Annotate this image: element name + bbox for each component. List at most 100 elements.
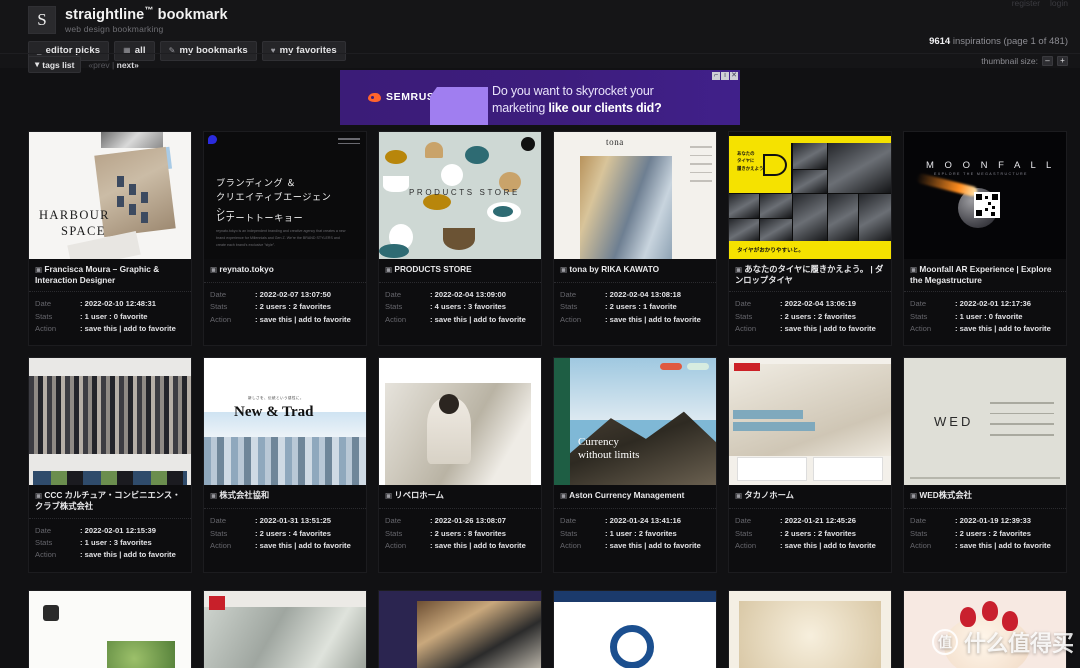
- logo-icon: S: [28, 6, 56, 34]
- thumbnail[interactable]: [29, 590, 191, 668]
- thumbnail[interactable]: M O O N F A L L EXPLORE THE MEGASTRUCTUR…: [904, 132, 1066, 259]
- meta-value-action[interactable]: : save this | add to favorite: [430, 540, 526, 552]
- pagination: «prev | next»: [88, 60, 138, 70]
- meta-value-date: : 2022-02-04 13:06:19: [780, 299, 856, 309]
- thumbnail-art: tona: [554, 132, 716, 259]
- meta-label-date: Date: [735, 516, 752, 526]
- thumbnail[interactable]: [554, 590, 716, 668]
- meta-value-action[interactable]: : save this | add to favorite: [255, 314, 351, 326]
- bookmark-card[interactable]: [728, 589, 892, 668]
- bookmark-card[interactable]: [203, 589, 367, 668]
- meta-value-action[interactable]: : save this | add to favorite: [780, 540, 876, 552]
- meta-value-action[interactable]: : save this | add to favorite: [605, 314, 701, 326]
- meta-label-date: Date: [910, 299, 927, 309]
- ad-info-icon[interactable]: i: [721, 72, 729, 80]
- bookmark-card[interactable]: HARBOUR SPACE ▣ Francisca Moura – Graphi…: [28, 131, 192, 347]
- chevron-down-icon: ▾: [35, 59, 40, 69]
- ad-copy-line1: Do you want to skyrocket your: [492, 84, 654, 98]
- ad-copy-line2a: marketing: [492, 100, 549, 115]
- meta-value-action[interactable]: : save this | add to favorite: [80, 549, 176, 561]
- semrush-logo-icon: [368, 92, 381, 102]
- card-title[interactable]: ▣ WED株式会社: [904, 485, 1066, 510]
- thumbnail[interactable]: Currency without limits: [554, 358, 716, 486]
- card-title[interactable]: ▣ リベロホーム: [379, 485, 541, 510]
- bookmark-card[interactable]: PRODUCTS STORE ▣ PRODUCTS STORE Date: 20…: [378, 131, 542, 347]
- ad-close-icon[interactable]: ✕: [730, 72, 738, 80]
- thumbnail[interactable]: WED: [904, 358, 1066, 486]
- bookmark-card[interactable]: M O O N F A L L EXPLORE THE MEGASTRUCTUR…: [903, 131, 1067, 347]
- meta-value-action[interactable]: : save this | add to favorite: [605, 540, 701, 552]
- login-link[interactable]: login: [1050, 0, 1068, 8]
- prev-link[interactable]: «prev: [88, 60, 109, 70]
- thumbnail[interactable]: [729, 590, 891, 668]
- meta-label-stats: Stats: [210, 302, 228, 312]
- bookmark-card[interactable]: tona ▣ tona by RIKA KAWATO Date: 2022-02…: [553, 131, 717, 347]
- meta-value-stats: : 1 user : 2 favorites: [605, 528, 677, 538]
- thumbnail-art: [554, 590, 716, 668]
- next-link[interactable]: next»: [117, 60, 139, 70]
- register-link[interactable]: register: [1012, 0, 1040, 8]
- meta-label-action: Action: [210, 314, 232, 324]
- meta-value-action[interactable]: : save this | add to favorite: [780, 323, 876, 335]
- thumb-text-foot: タイヤがおかりやすいと。: [737, 248, 804, 254]
- thumbnail[interactable]: tona: [554, 132, 716, 259]
- bookmark-card[interactable]: あなたの タイヤに 履きかえよう。 タイヤがおかりやすいと。 ▣ あなたのタイヤ…: [728, 131, 892, 347]
- thumbnail[interactable]: [379, 590, 541, 668]
- bookmark-card[interactable]: ▣ リベロホーム Date: 2022-01-26 13:08:07 Stats…: [378, 357, 542, 573]
- card-title[interactable]: ▣ タカノホーム: [729, 485, 891, 510]
- auth-links: register login: [1012, 0, 1068, 8]
- thumbnail[interactable]: [379, 358, 541, 486]
- card-title[interactable]: ▣ あなたのタイヤに履きかえよう。 | ダンロップタイヤ: [729, 259, 891, 293]
- thumbnail-size-increase-button[interactable]: +: [1057, 56, 1068, 66]
- card-title[interactable]: ▣ Aston Currency Management: [554, 485, 716, 510]
- meta-value-action[interactable]: : save this | add to favorite: [955, 540, 1051, 552]
- thumbnail[interactable]: HARBOUR SPACE: [29, 132, 191, 259]
- meta-label-stats: Stats: [910, 528, 928, 538]
- thumbnail[interactable]: [204, 590, 366, 668]
- meta-label-date: Date: [35, 299, 52, 309]
- card-title[interactable]: ▣ Francisca Moura – Graphic & Interactio…: [29, 259, 191, 293]
- bookmark-icon: ▣: [735, 491, 743, 501]
- bookmark-card[interactable]: [553, 589, 717, 668]
- thumbnail[interactable]: 新しさを、伝統という感性に。 New & Trad: [204, 358, 366, 486]
- ad-copy-line2b: like our clients did?: [548, 100, 662, 115]
- thumbnail[interactable]: ブランディング ＆クリエイティブエージェン シー レナートトーキョー reynat…: [204, 132, 366, 259]
- meta-value-stats: : 1 user : 0 favorite: [80, 311, 148, 321]
- thumbnail[interactable]: PRODUCTS STORE: [379, 132, 541, 259]
- card-title[interactable]: ▣ CCC カルチュア・コンビニエンス・クラブ株式会社: [29, 485, 191, 519]
- bookmark-card[interactable]: WED ▣ WED株式会社 Date: 2022-01-19 12:39:33 …: [903, 357, 1067, 573]
- thumbnail[interactable]: [29, 358, 191, 486]
- bookmark-card[interactable]: ブランディング ＆クリエイティブエージェン シー レナートトーキョー reynat…: [203, 131, 367, 347]
- bookmark-icon: ▣: [910, 265, 918, 274]
- thumbnail-size-decrease-button[interactable]: –: [1042, 56, 1053, 66]
- card-title[interactable]: ▣ tona by RIKA KAWATO: [554, 259, 716, 283]
- bookmark-card[interactable]: [28, 589, 192, 668]
- thumbnail[interactable]: あなたの タイヤに 履きかえよう。 タイヤがおかりやすいと。: [729, 132, 891, 259]
- bookmark-card[interactable]: ▣ タカノホーム Date: 2022-01-21 12:45:26 Stats…: [728, 357, 892, 573]
- meta-label-stats: Stats: [560, 528, 578, 538]
- bookmark-card[interactable]: [378, 589, 542, 668]
- count-number: 9614: [929, 36, 951, 47]
- card-title[interactable]: ▣ 株式会社協和: [204, 485, 366, 510]
- bookmark-card[interactable]: ▣ CCC カルチュア・コンビニエンス・クラブ株式会社 Date: 2022-0…: [28, 357, 192, 573]
- bookmark-card[interactable]: 新しさを、伝統という感性に。 New & Trad ▣ 株式会社協和 Date:…: [203, 357, 367, 573]
- meta-value-action[interactable]: : save this | add to favorite: [255, 540, 351, 552]
- card-title[interactable]: ▣ reynato.tokyo: [204, 259, 366, 283]
- meta-value-action[interactable]: : save this | add to favorite: [430, 314, 526, 326]
- thumb-text-wed: WED: [934, 414, 974, 430]
- card-title[interactable]: ▣ Moonfall AR Experience | Explore the M…: [904, 259, 1066, 293]
- meta-label-stats: Stats: [210, 528, 228, 538]
- tags-list-button[interactable]: ▾ tags list: [28, 56, 82, 73]
- card-title[interactable]: ▣ PRODUCTS STORE: [379, 259, 541, 283]
- ad-banner[interactable]: SEMRUSH Do you want to skyrocket your ma…: [340, 70, 740, 125]
- bookmark-icon: ▣: [385, 491, 393, 501]
- brand[interactable]: S straightline™ bookmark web design book…: [0, 0, 1080, 34]
- bookmark-card[interactable]: Currency without limits ▣ Aston Currency…: [553, 357, 717, 573]
- meta-value-date: : 2022-02-10 12:48:31: [80, 299, 156, 309]
- watermark: 值 什么值得买: [931, 626, 1074, 658]
- meta-value-action[interactable]: : save this | add to favorite: [955, 323, 1051, 335]
- thumbnail[interactable]: [729, 358, 891, 486]
- ad-resize-icon[interactable]: ⌐: [712, 72, 720, 80]
- meta-value-action[interactable]: : save this | add to favorite: [80, 323, 176, 335]
- meta-label-action: Action: [210, 540, 232, 550]
